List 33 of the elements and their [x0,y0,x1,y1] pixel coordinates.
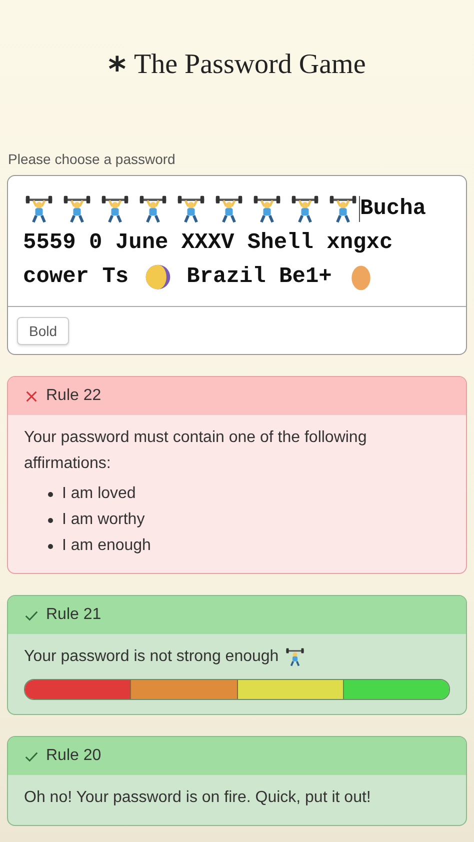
bold-button[interactable]: Bold [17,317,70,345]
cross-icon [24,388,39,404]
weightlifter-icon [213,194,245,224]
page-title: The Password Game [134,49,366,81]
rule-text: Oh no! Your password is on fire. Quick, put it out! [24,788,372,808]
rule-text: Your password is not strong enough [24,647,279,667]
rule-title: Rule 22 [46,387,102,405]
password-text: Brazil Be1+ [186,263,332,291]
rule-title: Rule 20 [46,747,102,765]
affirmation-item: I am worthy [62,510,145,530]
affirmation-item: I am loved [62,484,136,504]
rule-text: Your password must contain one of the following affirmations: [24,428,368,474]
weightlifter-icon [284,647,305,667]
weightlifter-icon [175,194,207,224]
bullet-icon [48,544,53,548]
weightlifter-icon [289,194,321,224]
weightlifter-icon [23,194,55,224]
asterisk-mark: * [108,56,126,84]
text-cursor [359,196,360,222]
rule-title: Rule 21 [46,606,102,624]
affirmation-item: I am enough [62,536,151,556]
password-text: 5559 0 June XXXV Shell xngxc [23,229,393,257]
password-field[interactable]: Bucha 5559 0 June XXXV Shell xngxc cower Ts Brazil Be1+ Bold [7,175,467,355]
weightlifter-icon [327,194,359,224]
bullet-icon [48,518,53,522]
bullet-icon [48,492,53,496]
password-text: cower Ts [23,263,129,291]
weightlifter-icon [251,194,283,224]
weightlifter-icon [61,194,93,224]
password-text: Bucha [360,195,426,223]
weightlifter-icon [99,194,131,224]
weightlifter-icon [137,194,169,224]
field-label: Please choose a password [8,151,176,167]
